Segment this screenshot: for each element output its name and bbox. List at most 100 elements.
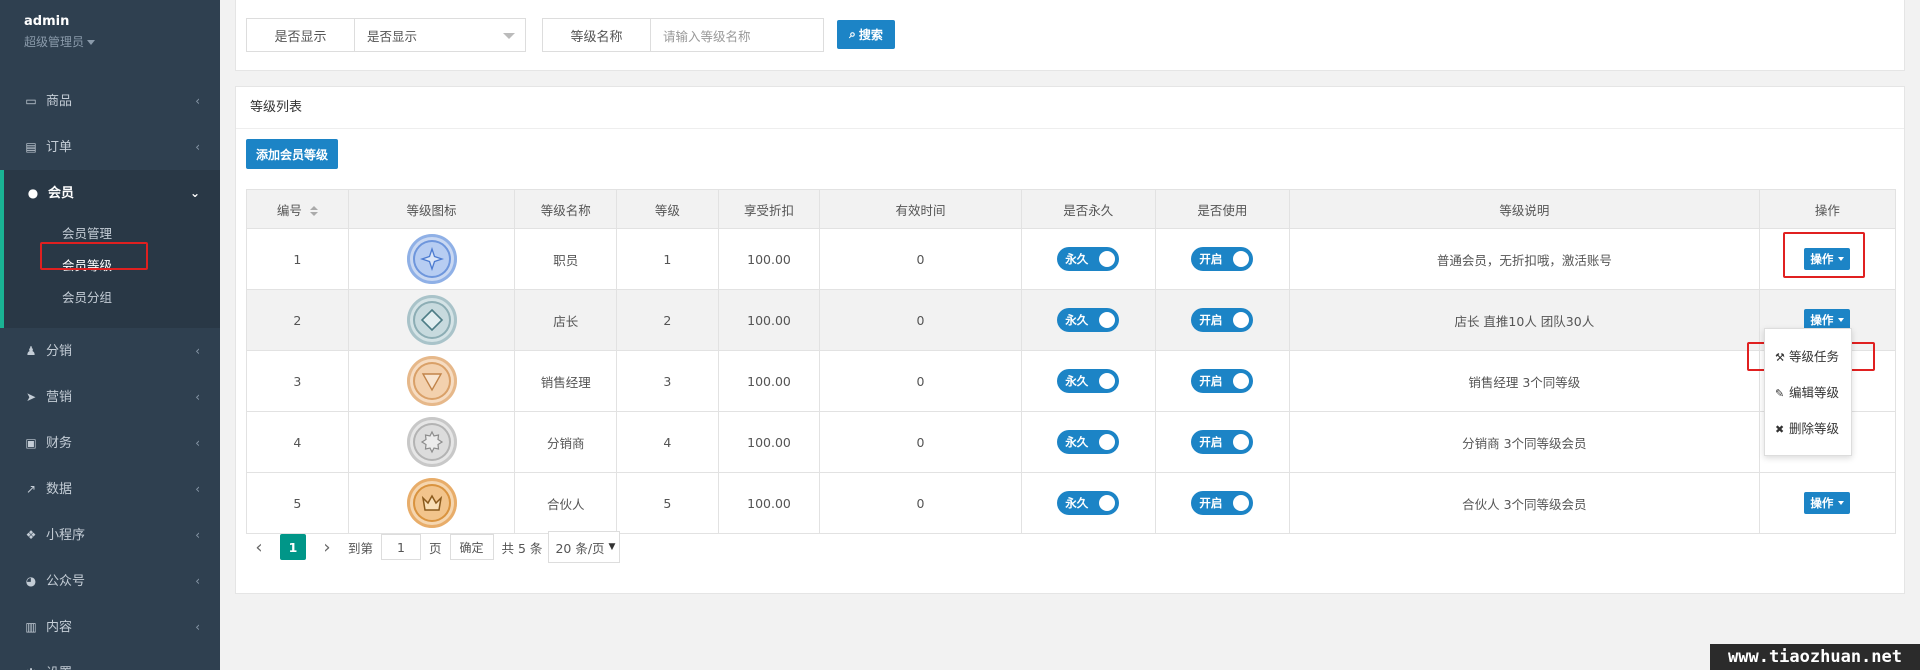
column-header: 等级说明 [1289,189,1760,229]
cell-name: 分销商 [514,411,618,473]
sidebar-item-marketing[interactable]: ➤ 营销 ‹ [0,374,220,420]
permanent-toggle[interactable]: 永久 [1057,491,1120,515]
sidebar-item-miniprogram[interactable]: ❖ 小程序 ‹ [0,512,220,558]
column-header: 等级图标 [347,189,516,229]
permanent-toggle[interactable]: 永久 [1057,430,1120,454]
cell-icon [347,411,516,473]
chevron-left-icon: ‹ [195,620,200,634]
sidebar-item-orders[interactable]: ▤ 订单 ‹ [0,124,220,170]
sort-icon[interactable] [309,206,318,216]
level-table: 编号 等级图标 等级名称 等级 享受折扣 有效时间 是否永久 是否使用 等级说明… [246,189,1897,534]
cell-discount: 100.00 [717,289,821,351]
close-icon: ✖ [1775,423,1785,436]
cubes-icon: ❖ [25,528,37,542]
display-filter: 是否显示 是否显示 [246,18,526,52]
user-name: admin [24,14,70,29]
column-header[interactable]: 编号 [246,189,349,229]
sidebar-item-finance[interactable]: ▣ 财务 ‹ [0,420,220,466]
search-button[interactable]: ⌕ 搜索 [837,20,895,49]
page-unit-label: 页 [429,540,442,556]
caret-down-icon [1838,501,1845,505]
cell-level: 4 [616,411,719,473]
sidebar-item-members[interactable]: ● 会员 ⌄ [0,170,220,216]
operation-button[interactable]: 操作 [1804,492,1851,514]
goto-label: 到第 [348,540,374,556]
enabled-toggle[interactable]: 开启 [1191,308,1254,332]
cell-enabled: 开启 [1154,350,1291,412]
page-number-current[interactable]: 1 [280,534,306,560]
add-member-level-button[interactable]: 添加会员等级 [246,139,338,169]
cell-valid-time: 0 [819,228,1022,290]
cell-icon [347,472,516,534]
menu-item-delete-level[interactable]: ✖ 删除等级 [1765,411,1851,447]
watermark: www.tiaozhuan.net [1710,644,1920,670]
members-subnav: 会员管理 会员等级 会员分组 [0,216,220,328]
permanent-toggle[interactable]: 永久 [1057,369,1120,393]
display-select[interactable]: 是否显示 [355,19,525,51]
level-list-panel: 等级列表 添加会员等级 编号 等级图标 等级名称 等级 享受折扣 有效时间 是否… [235,86,1905,594]
panel-title: 等级列表 [236,87,1904,129]
enabled-toggle[interactable]: 开启 [1191,430,1254,454]
sidebar-item-official-account[interactable]: ◕ 公众号 ‹ [0,558,220,604]
diamond-badge-icon [406,295,457,345]
filter-panel: 是否显示 是否显示 等级名称 请输入等级名称 ⌕ 搜索 [235,0,1905,71]
total-count: 共 5 条 [501,540,543,556]
caret-down-icon [87,40,96,45]
menu-item-level-task[interactable]: ⚒ 等级任务 [1765,339,1851,375]
column-header: 享受折扣 [717,189,821,229]
main-content: 是否显示 是否显示 等级名称 请输入等级名称 ⌕ 搜索 等级列表 添加会员等级 编… [220,0,1920,670]
cell-level: 5 [616,472,719,534]
cell-level: 1 [616,228,719,290]
cell-id: 3 [246,350,349,412]
goto-page-input[interactable]: 1 [381,534,422,560]
cell-enabled: 开启 [1154,411,1291,473]
cell-name: 店长 [514,289,618,351]
cell-permanent: 永久 [1020,472,1156,534]
enabled-toggle[interactable]: 开启 [1191,491,1254,515]
enabled-toggle[interactable]: 开启 [1191,369,1254,393]
enabled-toggle[interactable]: 开启 [1191,247,1254,271]
confirm-goto-button[interactable]: 确定 [449,534,494,560]
cell-description: 分销商 3个同等级会员 [1289,411,1760,473]
document-icon: ▤ [25,140,37,154]
edit-icon: ✎ [1775,387,1785,400]
column-header: 等级 [616,189,719,229]
cell-enabled: 开启 [1154,472,1291,534]
cell-icon [347,350,516,412]
sidebar-item-settings[interactable]: ✱设置‹ [0,650,220,670]
display-filter-label: 是否显示 [247,19,355,51]
level-name-input[interactable]: 请输入等级名称 [651,19,823,51]
cell-valid-time: 0 [819,411,1022,473]
user-role[interactable]: 超级管理员 [24,33,220,50]
cell-level: 2 [616,289,719,351]
sidebar-item-data[interactable]: ↗ 数据 ‹ [0,466,220,512]
page-size-select[interactable]: 20 条/页 ▼ [548,531,621,563]
chevron-left-icon: ‹ [195,482,200,496]
cell-permanent: 永久 [1020,289,1156,351]
permanent-toggle[interactable]: 永久 [1057,308,1120,332]
pagination: ‹ 1 › 到第 1 页 确定 共 5 条 20 条/页 ▼ [246,527,628,567]
prev-page-icon[interactable]: ‹ [246,534,272,560]
table-row: 3 销售经理 3 100.00 0 永久 开启 销售经理 3个同等级 [246,350,1897,412]
menu-item-edit-level[interactable]: ✎ 编辑等级 [1765,375,1851,411]
sidebar-subitem-member-group[interactable]: 会员分组 [4,282,220,314]
sidebar: admin 超级管理员 ▭ 商品 ‹ ▤ 订单 ‹ ● 会员 ⌄ 会员管理 会员等级 会员分… [0,0,220,670]
next-page-icon[interactable]: › [314,534,340,560]
user-panel[interactable]: admin 超级管理员 [0,0,220,78]
chevron-left-icon: ‹ [195,344,200,358]
chevron-left-icon: ‹ [195,436,200,450]
cell-description: 销售经理 3个同等级 [1289,350,1760,412]
star-badge-icon [406,234,457,284]
cell-discount: 100.00 [717,350,821,412]
chevron-down-icon [503,33,515,39]
sidebar-item-distribution[interactable]: ♟ 分销 ‹ [0,328,220,374]
line-chart-icon: ↗ [25,482,37,496]
permanent-toggle[interactable]: 永久 [1057,247,1120,271]
sidebar-item-goods[interactable]: ▭ 商品 ‹ [0,78,220,124]
cell-actions: 操作 [1758,472,1897,534]
cell-icon [347,289,516,351]
gear-icon: ✱ [24,650,38,670]
cell-name: 合伙人 [514,472,618,534]
cell-discount: 100.00 [717,411,821,473]
sidebar-item-content[interactable]: ▥ 内容 ‹ [0,604,220,650]
